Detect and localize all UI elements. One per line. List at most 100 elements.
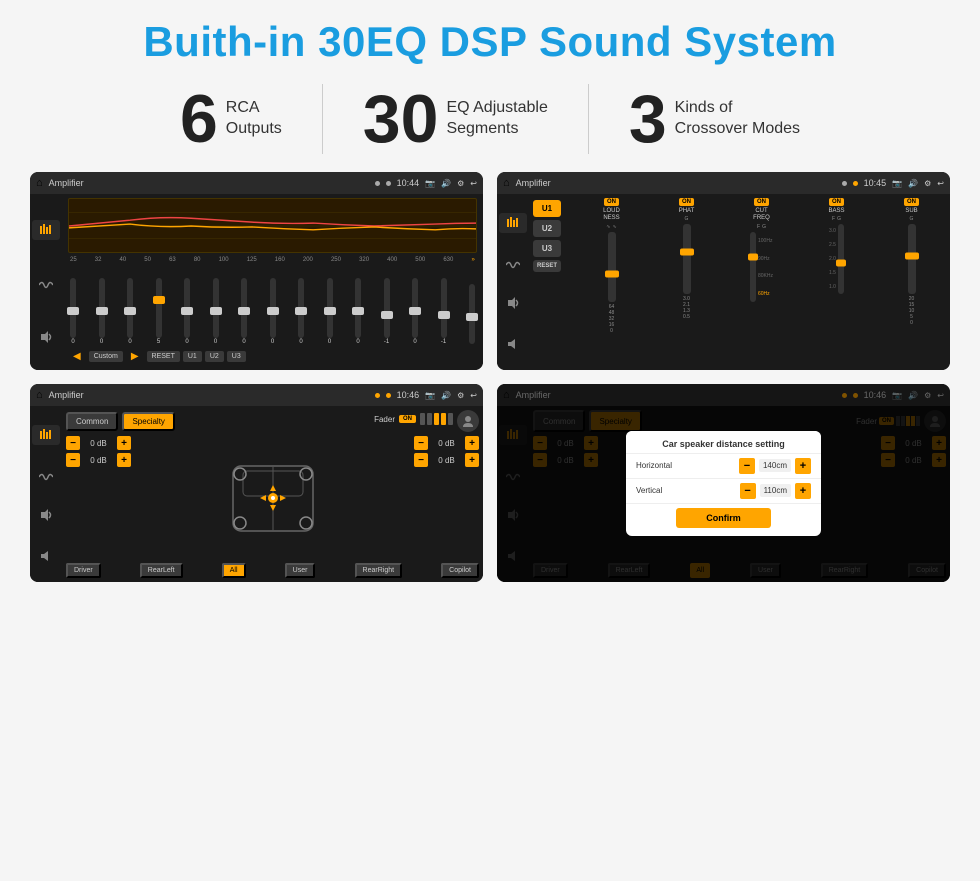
eq-u1-btn[interactable]: U1 bbox=[183, 351, 202, 362]
speaker-wave-icon[interactable] bbox=[39, 472, 53, 482]
phat-on[interactable]: ON bbox=[679, 198, 694, 206]
eq-topbar: ⌂ Amplifier 10:44 📷 🔊 ⚙ ↩ bbox=[30, 172, 483, 194]
dialog-v-plus[interactable]: + bbox=[795, 483, 811, 499]
cutfreq-on[interactable]: ON bbox=[754, 198, 769, 206]
speaker-sidebar bbox=[30, 406, 62, 582]
loudness-curve: ∿ ∿ bbox=[606, 224, 616, 230]
vol-4-minus[interactable]: − bbox=[414, 453, 428, 467]
tab-common[interactable]: Common bbox=[66, 412, 118, 431]
btn-rearleft[interactable]: RearLeft bbox=[140, 563, 183, 578]
home-icon[interactable]: ⌂ bbox=[36, 177, 43, 189]
eq-u3-btn[interactable]: U3 bbox=[227, 351, 246, 362]
phat-track[interactable] bbox=[683, 224, 691, 294]
eq-custom-btn[interactable]: Custom bbox=[89, 351, 123, 362]
preset-reset[interactable]: RESET bbox=[533, 260, 561, 272]
dialog-horizontal-row: Horizontal − 140cm + bbox=[626, 454, 821, 478]
btn-copilot[interactable]: Copilot bbox=[441, 563, 479, 578]
screens-grid: ⌂ Amplifier 10:44 📷 🔊 ⚙ ↩ bbox=[30, 172, 950, 582]
speaker-speaker-icon[interactable] bbox=[39, 508, 53, 522]
volume-icon: 🔊 bbox=[441, 179, 451, 188]
bass-on[interactable]: ON bbox=[829, 198, 844, 206]
eq-slider-3: 0 bbox=[127, 278, 133, 345]
dialog-vertical-label: Vertical bbox=[636, 486, 736, 495]
eq-wave-icon[interactable] bbox=[39, 280, 53, 290]
channel-header: ON LOUDNESS ∿ ∿ bbox=[569, 198, 946, 334]
btn-all[interactable]: All bbox=[222, 563, 246, 578]
status-dot bbox=[375, 181, 380, 186]
bass-track[interactable] bbox=[838, 224, 844, 294]
dialog-v-minus[interactable]: − bbox=[740, 483, 756, 499]
vol-2-minus[interactable]: − bbox=[66, 453, 80, 467]
loudness-track[interactable] bbox=[608, 232, 616, 302]
btn-driver[interactable]: Driver bbox=[66, 563, 101, 578]
crossover-speaker-icon[interactable] bbox=[506, 296, 520, 310]
vol-2-plus[interactable]: + bbox=[117, 453, 131, 467]
eq-reset-btn[interactable]: RESET bbox=[147, 351, 180, 362]
loudness-on[interactable]: ON bbox=[604, 198, 619, 206]
tab-specialty[interactable]: Specialty bbox=[122, 412, 174, 431]
fader-label: Fader bbox=[374, 415, 395, 424]
crossover-vol-icon[interactable] bbox=[506, 337, 520, 351]
freq-320: 320 bbox=[359, 257, 369, 263]
fader-track-1 bbox=[420, 413, 425, 425]
speaker-left-controls: − 0 dB + − 0 dB + bbox=[66, 436, 131, 561]
vol-1-plus[interactable]: + bbox=[117, 436, 131, 450]
freq-250: 250 bbox=[331, 257, 341, 263]
vol-2-value: 0 dB bbox=[82, 456, 115, 465]
stat-eq-number: 30 bbox=[363, 85, 439, 153]
eq-speaker-icon[interactable] bbox=[39, 330, 53, 344]
crossover-tune-icon[interactable] bbox=[499, 213, 527, 233]
speaker-vol-icon[interactable] bbox=[39, 549, 53, 563]
crossover-screen: ⌂ Amplifier 10:45 📷 🔊 ⚙ ↩ bbox=[497, 172, 950, 370]
eq-slider-2: 0 bbox=[99, 278, 105, 345]
confirm-button[interactable]: Confirm bbox=[676, 508, 771, 528]
cutfreq-f-track[interactable] bbox=[750, 232, 756, 302]
camera-icon-3: 📷 bbox=[425, 391, 435, 400]
bass-label: BASS bbox=[828, 208, 844, 214]
vol-4-plus[interactable]: + bbox=[465, 453, 479, 467]
sub-track[interactable] bbox=[908, 224, 916, 294]
back-icon[interactable]: ↩ bbox=[470, 179, 477, 188]
eq-u2-btn[interactable]: U2 bbox=[205, 351, 224, 362]
crossover-title: Amplifier bbox=[516, 178, 836, 188]
btn-user[interactable]: User bbox=[285, 563, 316, 578]
dialog-h-minus[interactable]: − bbox=[739, 458, 755, 474]
freq-25: 25 bbox=[70, 257, 77, 263]
speaker-tune-icon[interactable] bbox=[32, 425, 60, 445]
dialog-h-plus[interactable]: + bbox=[795, 458, 811, 474]
loudness-col: ON LOUDNESS ∿ ∿ bbox=[577, 198, 646, 334]
back-icon-2[interactable]: ↩ bbox=[937, 179, 944, 188]
fader-track-2 bbox=[427, 413, 432, 425]
fader-on-badge[interactable]: ON bbox=[399, 415, 416, 423]
eq-tune-icon[interactable] bbox=[32, 220, 60, 240]
back-icon-3[interactable]: ↩ bbox=[470, 391, 477, 400]
eq-back-btn[interactable]: ◀ bbox=[68, 349, 86, 364]
eq-sidebar bbox=[30, 194, 62, 370]
home-icon-3[interactable]: ⌂ bbox=[36, 389, 43, 401]
phat-g: G bbox=[685, 216, 689, 222]
preset-u1[interactable]: U1 bbox=[533, 200, 561, 217]
eq-play-btn[interactable]: ▶ bbox=[126, 349, 144, 364]
cutfreq-col: ON CUTFREQ F G bbox=[727, 198, 796, 334]
stat-rca-text: RCA Outputs bbox=[226, 98, 282, 140]
freq-400: 400 bbox=[387, 257, 397, 263]
btn-rearright[interactable]: RearRight bbox=[355, 563, 403, 578]
preset-u2[interactable]: U2 bbox=[533, 220, 561, 237]
vol-1-minus[interactable]: − bbox=[66, 436, 80, 450]
distance-screen: ⌂ Amplifier 10:46 📷 🔊 ⚙ ↩ bbox=[497, 384, 950, 582]
crossover-sidebar bbox=[497, 194, 529, 370]
bass-tracks: 3.0 2.5 2.0 1.5 1.0 bbox=[829, 224, 844, 294]
crossover-wave-icon[interactable] bbox=[506, 260, 520, 270]
eq-slider-14: -1 bbox=[441, 278, 447, 345]
home-icon-2[interactable]: ⌂ bbox=[503, 177, 510, 189]
profile-icon[interactable] bbox=[457, 410, 479, 432]
vol-3-minus[interactable]: − bbox=[414, 436, 428, 450]
vol-3-plus[interactable]: + bbox=[465, 436, 479, 450]
freq-arrows[interactable]: » bbox=[471, 257, 474, 263]
main-title: Buith-in 30EQ DSP Sound System bbox=[143, 18, 836, 66]
eq-slider-1: 0 bbox=[70, 278, 76, 345]
eq-slider-15 bbox=[469, 284, 475, 345]
preset-u3[interactable]: U3 bbox=[533, 240, 561, 257]
sub-on[interactable]: ON bbox=[904, 198, 919, 206]
eq-freq-labels: 25 32 40 50 63 80 100 125 160 200 250 32… bbox=[68, 257, 477, 263]
